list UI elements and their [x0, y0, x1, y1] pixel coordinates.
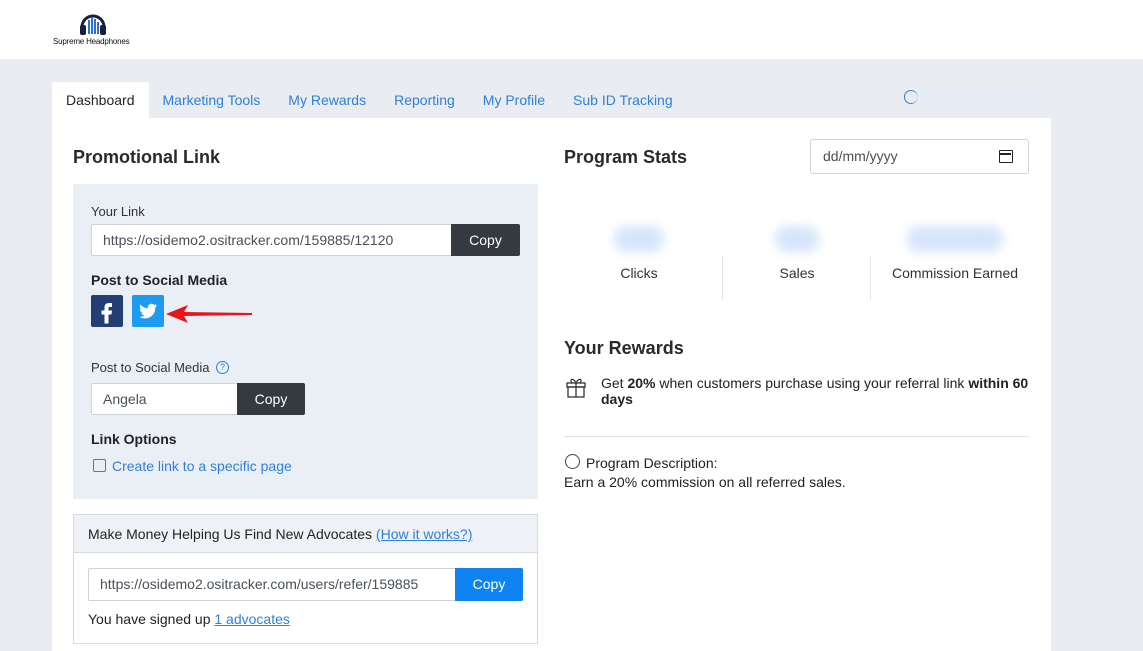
how-it-works-link[interactable]: (How it works?)	[376, 526, 472, 542]
date-placeholder: dd/mm/yyyy	[823, 148, 898, 164]
stat-commission-label: Commission Earned	[891, 265, 1019, 281]
stat-commission: Commission Earned	[876, 226, 1034, 281]
advocates-card: Make Money Helping Us Find New Advocates…	[73, 514, 538, 644]
tab-my-profile[interactable]: My Profile	[469, 82, 559, 118]
brand-name: Supreme Headphones	[53, 37, 130, 46]
promotional-link-title: Promotional Link	[73, 147, 221, 167]
stat-sales-value-redacted	[775, 226, 819, 252]
stat-sales: Sales	[718, 226, 876, 281]
stat-clicks-label: Clicks	[620, 265, 658, 281]
advocates-count-link[interactable]: 1 advocates	[214, 611, 290, 627]
main-tabs: Dashboard Marketing Tools My Rewards Rep…	[52, 82, 687, 118]
red-arrow-icon	[166, 305, 252, 323]
tab-marketing-tools[interactable]: Marketing Tools	[149, 82, 275, 118]
your-link-input[interactable]: https://osidemo2.ositracker.com/159885/1…	[91, 224, 452, 256]
facebook-share-button[interactable]	[91, 295, 123, 327]
signed-up-label: You have signed up	[88, 611, 215, 627]
twitter-share-button[interactable]	[132, 295, 164, 327]
program-description-label: Program Description:	[586, 455, 718, 471]
your-link-label: Your Link	[91, 204, 145, 219]
your-rewards-title: Your Rewards	[564, 338, 684, 358]
coupon-code-input[interactable]: Angela	[91, 383, 238, 415]
stat-sales-label: Sales	[779, 265, 815, 281]
program-description-text: Earn a 20% commission on all referred sa…	[564, 474, 846, 490]
user-menu[interactable]	[904, 88, 1046, 110]
top-bar: Supreme Headphones	[0, 0, 1143, 59]
edit-icon	[93, 459, 106, 472]
user-name-redacted	[914, 89, 1044, 109]
headphones-logo-icon	[80, 14, 106, 35]
rewards-divider	[564, 436, 1029, 437]
advocates-header-text: Make Money Helping Us Find New Advocates	[88, 526, 376, 542]
copy-link-button[interactable]: Copy	[451, 224, 520, 256]
dashboard-panel: Promotional Link Your Link https://oside…	[52, 118, 1051, 651]
create-specific-link[interactable]: Create link to a specific page	[93, 458, 292, 474]
promo-link-box: Your Link https://osidemo2.ositracker.co…	[73, 184, 538, 499]
help-icon[interactable]: ?	[216, 361, 229, 374]
advocates-header: Make Money Helping Us Find New Advocates…	[74, 515, 537, 553]
tab-sub-id-tracking[interactable]: Sub ID Tracking	[559, 82, 687, 118]
tab-reporting[interactable]: Reporting	[380, 82, 469, 118]
stat-commission-value-redacted	[907, 226, 1003, 252]
stat-divider	[870, 256, 871, 300]
post-social-label-2: Post to Social Media	[91, 360, 210, 375]
brand-logo[interactable]: Supreme Headphones	[53, 10, 137, 50]
calendar-icon[interactable]	[999, 150, 1013, 163]
copy-coupon-button[interactable]: Copy	[237, 383, 305, 415]
date-filter-input[interactable]: dd/mm/yyyy	[810, 139, 1029, 174]
reward-text-2: when customers purchase using your refer…	[655, 375, 969, 391]
tab-my-rewards[interactable]: My Rewards	[274, 82, 380, 118]
reward-percent: 20%	[627, 375, 656, 391]
tab-dashboard[interactable]: Dashboard	[52, 82, 149, 118]
create-link-label: Create link to a specific page	[112, 458, 292, 474]
twitter-icon	[139, 303, 158, 319]
gift-icon	[566, 378, 586, 398]
copy-refer-link-button[interactable]: Copy	[455, 568, 523, 601]
reward-text-1: Get	[601, 375, 628, 391]
stat-clicks-value-redacted	[614, 226, 664, 252]
stat-clicks: Clicks	[560, 226, 718, 281]
signed-up-text: You have signed up 1 advocates	[88, 611, 290, 627]
post-social-heading: Post to Social Media	[91, 272, 228, 288]
reward-description: Get 20% when customers purchase using yo…	[601, 375, 1031, 407]
check-circle-icon	[565, 454, 580, 469]
refer-link-input[interactable]: https://osidemo2.ositracker.com/users/re…	[88, 568, 456, 601]
facebook-icon	[101, 303, 112, 324]
program-stats-title: Program Stats	[564, 147, 688, 167]
link-options-heading: Link Options	[91, 431, 177, 447]
